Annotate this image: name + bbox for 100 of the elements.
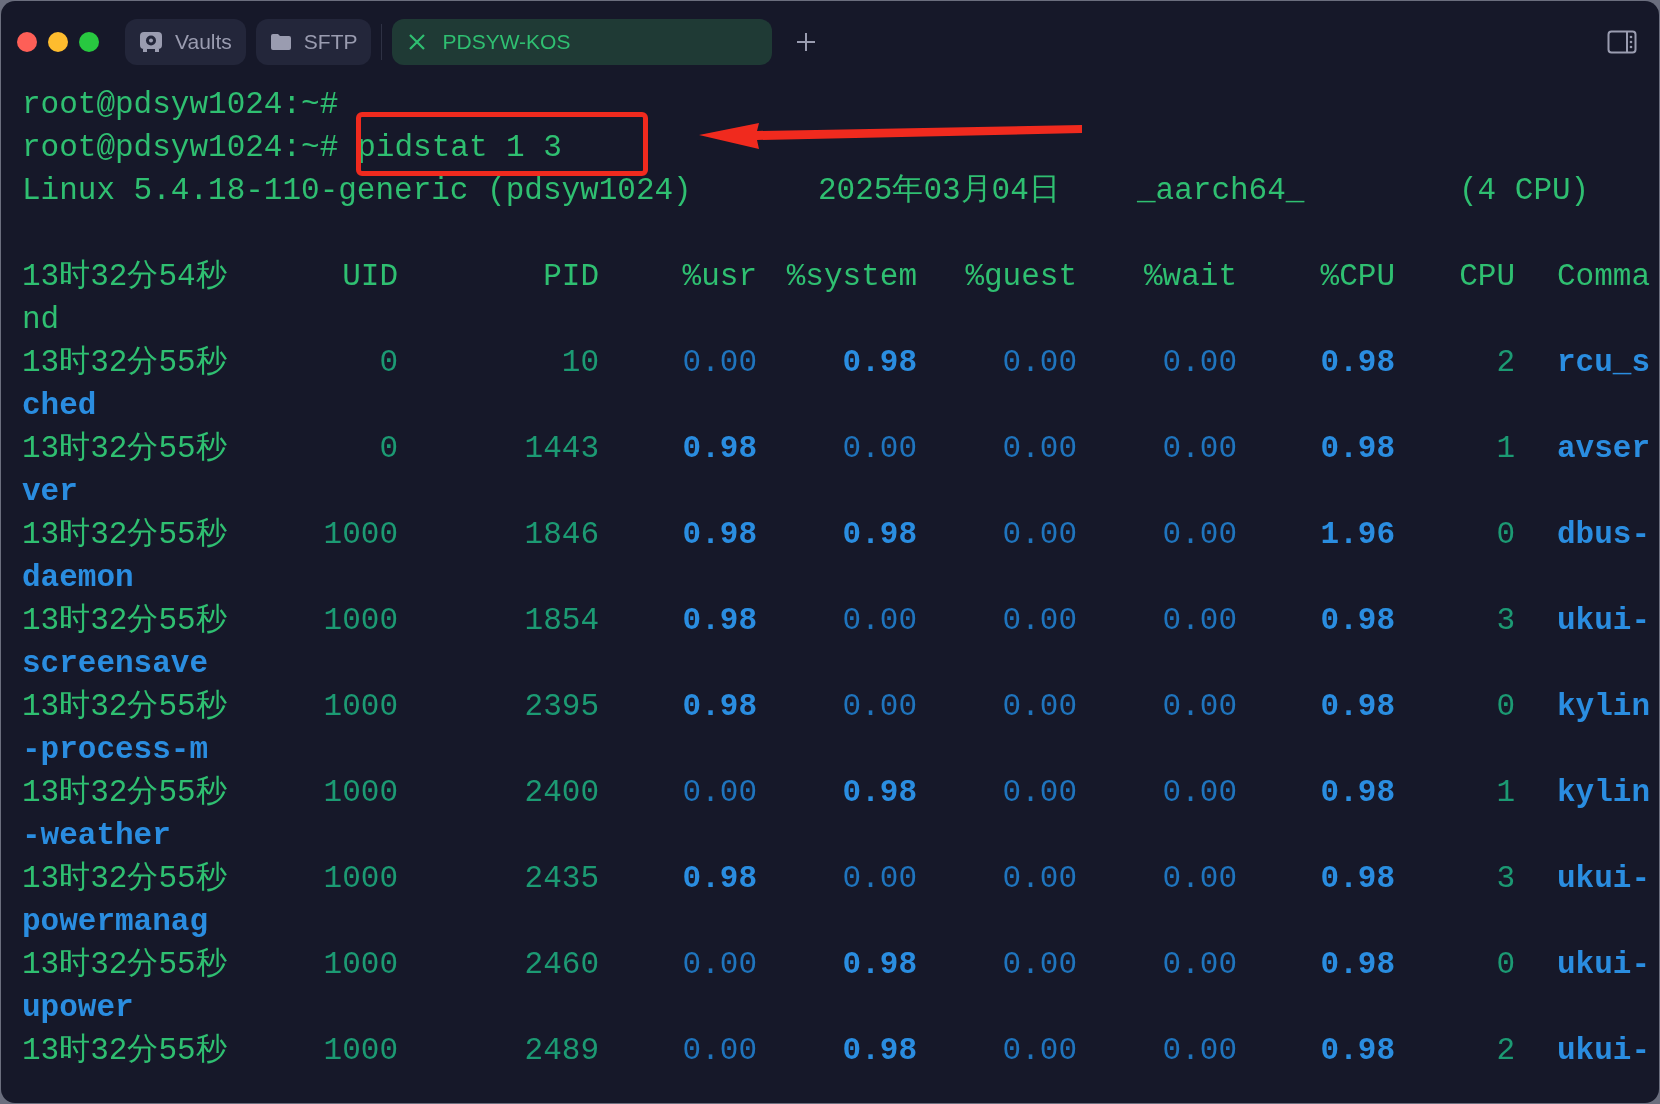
maximize-window-button[interactable] <box>79 32 99 52</box>
cpu-cell-text: 2 <box>1495 344 1515 382</box>
column-header: PID <box>542 258 599 296</box>
command-cell-text: kylin <box>1556 688 1651 726</box>
time-cell-text: 13时32分55秒 <box>22 516 228 554</box>
time-cell-text: 13时32分55秒 <box>22 946 228 984</box>
value-cell-text: 0.00 <box>841 430 917 468</box>
value-cell-text: 0.00 <box>841 860 917 898</box>
column-header: Comma <box>1556 258 1651 296</box>
uid-cell-text: 1000 <box>322 1032 398 1070</box>
uid-cell-text: 1000 <box>322 602 398 640</box>
value-cell-text: 0.00 <box>1161 688 1237 726</box>
column-header: nd <box>22 302 60 337</box>
uid-cell-text: 1000 <box>322 688 398 726</box>
shell-prompt: root@pdsyw1024:~# <box>22 129 339 167</box>
pid-cell-text: 10 <box>560 344 599 382</box>
system-info-text: 2025年03月04日 <box>818 172 1061 210</box>
value-cell-text: 0.00 <box>681 344 757 382</box>
time-cell-text: 13时32分55秒 <box>22 1032 228 1070</box>
value-cell-text: 0.98 <box>1319 860 1395 898</box>
time-cell-text: 13时32分55秒 <box>22 344 228 382</box>
command-cell: daemon <box>22 560 134 595</box>
value-cell-text: 0.98 <box>1319 1032 1395 1070</box>
column-header: %usr <box>681 258 757 296</box>
system-info-text: _aarch64_ <box>1137 172 1306 210</box>
value-cell-text: 0.98 <box>841 1032 917 1070</box>
value-cell-text: 0.00 <box>1001 602 1077 640</box>
column-header: CPU <box>1458 258 1515 296</box>
value-cell-text: 0.00 <box>1001 344 1077 382</box>
value-cell-text: 0.00 <box>1161 860 1237 898</box>
cpu-cell-text: 1 <box>1495 774 1515 812</box>
command-cell: upower <box>22 990 134 1025</box>
command-cell-text: avser <box>1556 430 1651 468</box>
uid-cell-text: 1000 <box>322 774 398 812</box>
pid-cell-text: 2400 <box>523 774 599 812</box>
value-cell-text: 0.98 <box>1319 430 1395 468</box>
minimize-window-button[interactable] <box>48 32 68 52</box>
command-cell-text: kylin <box>1556 774 1651 812</box>
uid-cell-text: 1000 <box>322 946 398 984</box>
pid-cell-text: 1846 <box>523 516 599 554</box>
value-cell-text: 0.00 <box>681 774 757 812</box>
value-cell-text: 0.98 <box>1319 946 1395 984</box>
value-cell-text: 0.00 <box>1161 602 1237 640</box>
value-cell-text: 0.98 <box>1319 688 1395 726</box>
column-header: %wait <box>1143 258 1237 296</box>
plus-icon[interactable] <box>796 32 817 52</box>
column-header: %CPU <box>1319 258 1395 296</box>
uid-cell-text: 1000 <box>322 860 398 898</box>
value-cell-text: 0.00 <box>1161 1032 1237 1070</box>
command-cell: ched <box>22 388 97 423</box>
folder-icon <box>269 33 292 51</box>
command-cell-text: ukui- <box>1556 946 1651 984</box>
command-cell-text: rcu_s <box>1556 344 1651 382</box>
column-header: %guest <box>964 258 1077 296</box>
system-info-text: (4 CPU) <box>1459 172 1591 210</box>
command-cell: screensave <box>22 646 209 681</box>
command-cell-text: ukui- <box>1556 1032 1651 1070</box>
pid-cell-text: 2395 <box>523 688 599 726</box>
tab[interactable]: SFTP <box>255 19 372 65</box>
cpu-cell-text: 2 <box>1495 1032 1515 1070</box>
value-cell-text: 0.98 <box>841 946 917 984</box>
pid-cell-text: 2489 <box>523 1032 599 1070</box>
value-cell-text: 0.00 <box>841 688 917 726</box>
command-cell-text: dbus- <box>1556 516 1651 554</box>
column-header: 13时32分54秒 <box>22 258 228 296</box>
tab[interactable]: Vaults <box>125 19 246 65</box>
value-cell-text: 0.98 <box>1319 344 1395 382</box>
value-cell-text: 0.00 <box>1161 344 1237 382</box>
value-cell-text: 0.00 <box>681 1032 757 1070</box>
uid-cell-text: 0 <box>378 344 398 382</box>
safe-icon <box>139 31 163 53</box>
value-cell-text: 0.00 <box>1161 946 1237 984</box>
pid-cell-text: 1443 <box>523 430 599 468</box>
shell-prompt: root@pdsyw1024:~# <box>22 86 339 124</box>
time-cell-text: 13时32分55秒 <box>22 774 228 812</box>
command-text: pidstat 1 3 <box>357 129 562 167</box>
tab[interactable]: PDSYW-KOS <box>392 19 773 65</box>
close-icon[interactable] <box>408 33 427 51</box>
uid-cell-text: 1000 <box>322 516 398 554</box>
value-cell-text: 0.98 <box>681 430 757 468</box>
value-cell-text: 0.00 <box>1001 516 1077 554</box>
command-cell-text: ukui- <box>1556 602 1651 640</box>
value-cell-text: 0.98 <box>1319 602 1395 640</box>
time-cell-text: 13时32分55秒 <box>22 430 228 468</box>
value-cell-text: 0.98 <box>681 516 757 554</box>
cpu-cell-text: 3 <box>1495 602 1515 640</box>
value-cell-text: 0.00 <box>1161 430 1237 468</box>
cpu-cell-text: 0 <box>1495 516 1515 554</box>
command-cell: -weather <box>22 818 171 853</box>
time-cell-text: 13时32分55秒 <box>22 688 228 726</box>
command-cell: -process-m <box>22 732 209 767</box>
column-header: UID <box>341 258 398 296</box>
value-cell-text: 0.00 <box>1001 946 1077 984</box>
pid-cell-text: 2460 <box>523 946 599 984</box>
value-cell-text: 0.98 <box>681 602 757 640</box>
side-panel-icon[interactable] <box>1607 30 1637 54</box>
close-window-button[interactable] <box>17 32 37 52</box>
time-cell-text: 13时32分55秒 <box>22 860 228 898</box>
value-cell-text: 0.00 <box>681 946 757 984</box>
value-cell-text: 0.00 <box>1001 430 1077 468</box>
